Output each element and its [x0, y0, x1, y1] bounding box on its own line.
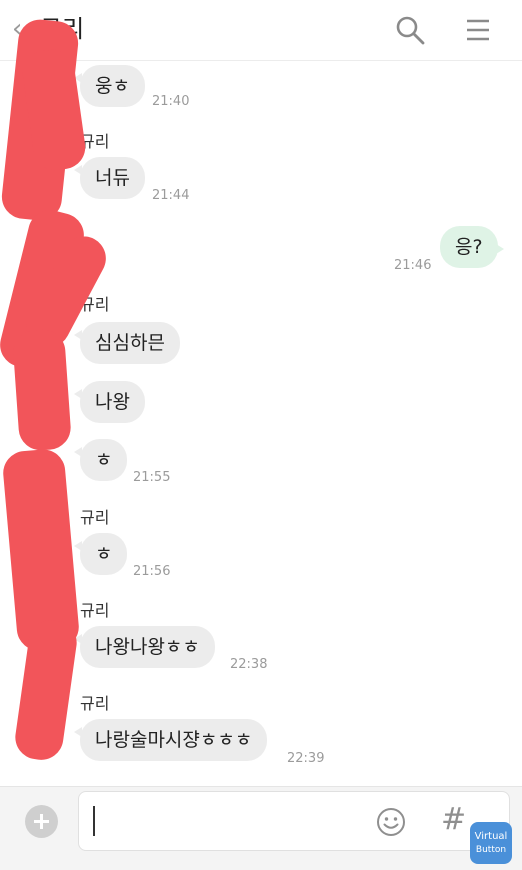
message-bubble[interactable]: 나랑술마시쟝ㅎㅎㅎ	[73, 719, 268, 761]
message-input[interactable]: #	[78, 791, 510, 851]
emoji-icon[interactable]	[375, 806, 407, 838]
input-bar: #	[0, 786, 522, 870]
virtual-button-label: Button	[475, 845, 507, 855]
message-bubble[interactable]: ㅎ	[73, 439, 128, 481]
message-time: 21:40	[152, 94, 190, 109]
chat-header: ‹ 규리	[0, 0, 522, 61]
message-bubble[interactable]: 나왕나왕ㅎㅎ	[74, 626, 215, 668]
virtual-button-label: Virtual	[474, 831, 508, 842]
text-cursor	[93, 806, 95, 836]
search-icon[interactable]	[394, 14, 426, 46]
menu-icon[interactable]	[462, 14, 494, 46]
my-message-bubble[interactable]: 응?	[440, 226, 504, 268]
message-bubble[interactable]: 너듀	[74, 157, 145, 199]
hashtag-button[interactable]: #	[441, 802, 466, 838]
virtual-button[interactable]: Virtual Button	[470, 822, 512, 864]
plus-icon[interactable]	[25, 805, 58, 838]
sender-name: 규리	[80, 508, 110, 527]
message-time: 22:38	[230, 657, 268, 672]
sender-name: 규리	[80, 694, 110, 713]
sender-name: 규리	[80, 601, 110, 620]
message-time: 21:55	[133, 470, 171, 485]
redaction-mark	[11, 328, 73, 452]
message-time: 21:46	[394, 258, 432, 273]
message-list[interactable]: 규리 웅ㅎ 21:40 규리 너듀 21:44 응? 21:46 규리 심심하믄…	[0, 60, 522, 786]
message-bubble[interactable]: 심심하믄	[74, 322, 180, 364]
message-bubble[interactable]: 웅ㅎ	[74, 65, 145, 107]
message-time: 21:44	[152, 188, 190, 203]
message-bubble[interactable]: ㅎ	[73, 533, 128, 575]
message-bubble[interactable]: 나왕	[74, 381, 145, 423]
message-time: 22:39	[287, 751, 325, 766]
message-time: 21:56	[133, 564, 171, 579]
